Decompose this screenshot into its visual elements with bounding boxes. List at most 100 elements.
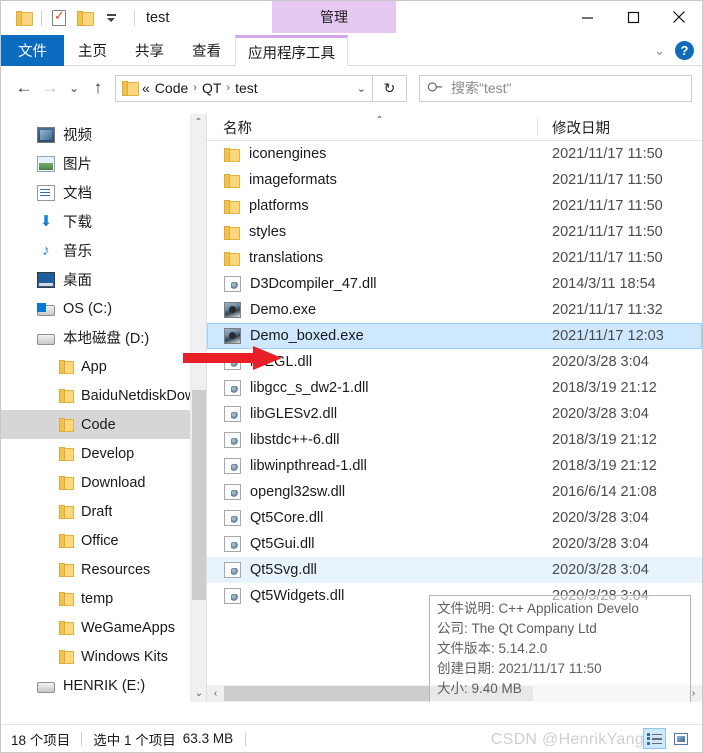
scroll-up-icon[interactable]: ⌃ [191, 114, 206, 131]
chevron-down-icon[interactable]: ⌄ [654, 43, 665, 59]
tab-view[interactable]: 查看 [178, 35, 235, 66]
tab-share[interactable]: 共享 [121, 35, 178, 66]
table-row[interactable]: libEGL.dll 2020/3/28 3:04 [207, 349, 702, 375]
tab-home[interactable]: 主页 [64, 35, 121, 66]
sidebar-item-windows-kits[interactable]: Windows Kits [1, 642, 206, 671]
breadcrumb-item-test[interactable]: test [235, 80, 258, 96]
folder-icon[interactable] [11, 5, 37, 31]
file-name-cell: libEGL.dll [207, 354, 537, 370]
sidebar-item-download[interactable]: Download [1, 468, 206, 497]
column-header-date[interactable]: 修改日期 [537, 118, 610, 137]
close-button[interactable] [656, 1, 702, 33]
table-row[interactable]: D3Dcompiler_47.dll 2014/3/11 18:54 [207, 271, 702, 297]
file-date-cell: 2018/3/19 21:12 [552, 380, 657, 396]
sidebar-item-code[interactable]: Code [1, 410, 206, 439]
tooltip-line: 文件版本: 5.14.2.0 [437, 641, 548, 656]
scroll-down-icon[interactable]: ⌄ [191, 685, 206, 702]
qat-divider [41, 10, 42, 26]
view-large-icons-button[interactable] [669, 728, 692, 749]
sidebar-scroll-thumb[interactable] [192, 390, 206, 600]
help-icon[interactable]: ? [675, 41, 694, 60]
table-row[interactable]: Demo_boxed.exe 2021/11/17 12:03 [207, 323, 702, 349]
selection-size-label: 63.3 MB [182, 731, 234, 746]
file-date-cell: 2021/11/17 11:50 [552, 250, 663, 266]
table-row[interactable]: opengl32sw.dll 2016/6/14 21:08 [207, 479, 702, 505]
video-icon [37, 126, 55, 143]
table-row[interactable]: libstdc++-6.dll 2018/3/19 21:12 [207, 427, 702, 453]
refresh-button[interactable]: ↻ [373, 74, 407, 102]
sidebar-item-draft[interactable]: Draft [1, 497, 206, 526]
file-name-label: Qt5Svg.dll [250, 562, 317, 578]
folder-icon [59, 447, 74, 461]
sidebar-item-henrik-e[interactable]: HENRIK (E:) [1, 671, 206, 700]
search-box[interactable]: 搜索"test" [419, 74, 692, 102]
sidebar-item-wegameapps[interactable]: WeGameApps [1, 613, 206, 642]
sidebar-item-baidunetdiskdow[interactable]: BaiduNetdiskDow [1, 381, 206, 410]
breadcrumb-item-qt[interactable]: QT [202, 80, 221, 96]
column-header-name[interactable]: 名称 ⌃ [207, 114, 537, 141]
folder-icon [59, 505, 74, 519]
exe-icon [224, 328, 241, 344]
table-row[interactable]: styles 2021/11/17 11:50 [207, 219, 702, 245]
quick-access-toolbar [1, 1, 124, 35]
tab-application-tools[interactable]: 应用程序工具 [235, 35, 348, 66]
table-row[interactable]: libwinpthread-1.dll 2018/3/19 21:12 [207, 453, 702, 479]
sidebar-item-label: Office [81, 532, 119, 549]
folder-icon [59, 563, 74, 577]
breadcrumb[interactable]: « Code › QT › test ⌄ [115, 74, 373, 102]
table-row[interactable]: Qt5Gui.dll 2020/3/28 3:04 [207, 531, 702, 557]
sidebar-item-[interactable]: 文档 [1, 178, 206, 207]
table-row[interactable]: libGLESv2.dll 2020/3/28 3:04 [207, 401, 702, 427]
sidebar-item-[interactable]: 桌面 [1, 265, 206, 294]
sidebar-item-office[interactable]: Office [1, 526, 206, 555]
file-date-cell: 2020/3/28 3:04 [552, 406, 649, 422]
table-row[interactable]: Demo.exe 2021/11/17 11:32 [207, 297, 702, 323]
table-row[interactable]: libgcc_s_dw2-1.dll 2018/3/19 21:12 [207, 375, 702, 401]
sidebar-item-os-c[interactable]: OS (C:) [1, 294, 206, 323]
properties-icon[interactable] [46, 5, 72, 31]
sidebar-item-develop[interactable]: Develop [1, 439, 206, 468]
new-folder-icon[interactable] [72, 5, 98, 31]
table-row[interactable]: platforms 2021/11/17 11:50 [207, 193, 702, 219]
column-header-row: 名称 ⌃ 修改日期 [207, 114, 702, 141]
sidebar-item-[interactable]: ⬇ 下载 [1, 207, 206, 236]
sidebar-item-label: 本地磁盘 (D:) [63, 331, 150, 347]
folder-icon [59, 360, 74, 374]
breadcrumb-separator-icon[interactable]: › [226, 82, 230, 94]
sidebar-scrollbar[interactable]: ⌃ ⌄ [190, 114, 206, 702]
file-date-cell: 2014/3/11 18:54 [552, 276, 656, 292]
breadcrumb-overflow-icon[interactable]: « [142, 80, 150, 96]
minimize-button[interactable] [564, 1, 610, 33]
sidebar-item-d[interactable]: 本地磁盘 (D:) [1, 323, 206, 352]
customize-qat-caret-icon[interactable] [98, 5, 124, 31]
sidebar-item-app[interactable]: App [1, 352, 206, 381]
file-rows: iconengines 2021/11/17 11:50 imageformats 2… [207, 141, 702, 609]
table-row[interactable]: Qt5Svg.dll 2020/3/28 3:04 [207, 557, 702, 583]
back-button[interactable]: ← [11, 75, 37, 101]
search-input[interactable]: 搜索"test" [451, 78, 512, 98]
recent-locations-caret-icon[interactable]: ⌄ [63, 75, 85, 101]
table-row[interactable]: translations 2021/11/17 11:50 [207, 245, 702, 271]
breadcrumb-item-code[interactable]: Code [155, 80, 188, 96]
view-details-button[interactable] [643, 728, 666, 749]
hscroll-left-icon[interactable]: ‹ [207, 688, 224, 699]
search-icon [425, 78, 446, 99]
folder-icon [59, 389, 74, 403]
sidebar-item-[interactable]: 视频 [1, 120, 206, 149]
breadcrumb-dropdown-icon[interactable]: ⌄ [357, 82, 366, 95]
up-button[interactable]: ↑ [85, 75, 111, 101]
sidebar-item-label: temp [81, 590, 114, 607]
maximize-button[interactable] [610, 1, 656, 33]
sidebar-item-resources[interactable]: Resources [1, 555, 206, 584]
sidebar-item-label: BaiduNetdiskDow [81, 387, 196, 404]
sidebar-item-[interactable]: ♪ 音乐 [1, 236, 206, 265]
table-row[interactable]: imageformats 2021/11/17 11:50 [207, 167, 702, 193]
tab-file[interactable]: 文件 [1, 35, 64, 66]
table-row[interactable]: Qt5Core.dll 2020/3/28 3:04 [207, 505, 702, 531]
sidebar-item-[interactable]: 图片 [1, 149, 206, 178]
sidebar-item-temp[interactable]: temp [1, 584, 206, 613]
file-name-label: styles [249, 224, 287, 240]
breadcrumb-separator-icon[interactable]: › [193, 82, 197, 94]
table-row[interactable]: iconengines 2021/11/17 11:50 [207, 141, 702, 167]
sidebar-item-label: Resources [81, 561, 151, 578]
